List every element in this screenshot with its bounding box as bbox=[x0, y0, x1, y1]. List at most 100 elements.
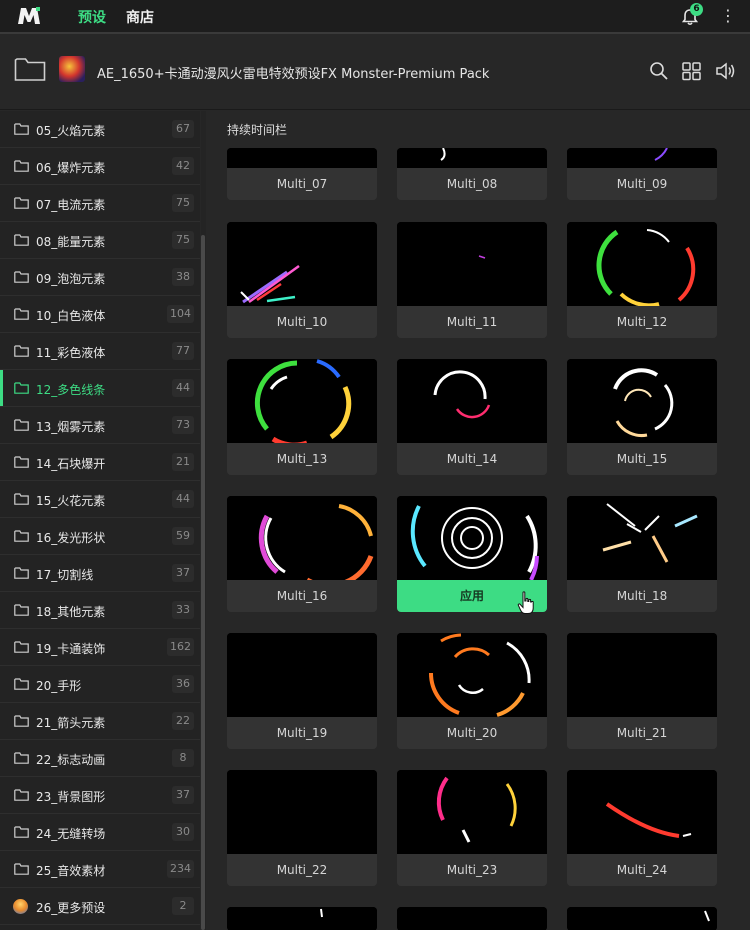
folder-icon bbox=[14, 308, 29, 320]
folder-icon bbox=[14, 493, 29, 505]
folder-icon bbox=[14, 160, 29, 172]
sidebar-item-label: 18_其他元素 bbox=[36, 605, 106, 619]
preset-card[interactable]: Multi_07 bbox=[227, 148, 377, 200]
sidebar-item[interactable]: 18_其他元素 33 bbox=[0, 592, 200, 629]
preset-card[interactable]: Multi_18 bbox=[567, 496, 717, 612]
sidebar-item[interactable]: 24_无缝转场 30 bbox=[0, 814, 200, 851]
sidebar-scrollbar-thumb[interactable] bbox=[201, 235, 205, 930]
preset-thumbnail bbox=[397, 770, 547, 854]
preset-card[interactable] bbox=[567, 907, 717, 930]
preset-card[interactable]: Multi_08 bbox=[397, 148, 547, 200]
preset-card[interactable]: Multi_24 bbox=[567, 770, 717, 886]
preset-name: Multi_18 bbox=[567, 580, 717, 612]
preset-thumbnail bbox=[227, 633, 377, 717]
preset-thumbnail bbox=[397, 907, 547, 930]
sidebar-item-label: 25_音效素材 bbox=[36, 864, 106, 878]
sidebar-item-label: 26_更多预设 bbox=[36, 901, 106, 915]
count-badge: 22 bbox=[172, 712, 194, 730]
preset-card[interactable]: Multi_13 bbox=[227, 359, 377, 475]
more-vertical-icon[interactable]: ⋮ bbox=[720, 6, 736, 28]
preset-card[interactable]: Multi_11 bbox=[397, 222, 547, 338]
folder-icon bbox=[14, 197, 29, 209]
sidebar-item-label: 22_标志动画 bbox=[36, 753, 106, 767]
sidebar-item-active[interactable]: 12_多色线条 44 bbox=[0, 370, 200, 407]
preset-thumbnail bbox=[397, 222, 547, 306]
sidebar-item[interactable]: 06_爆炸元素 42 bbox=[0, 148, 200, 185]
sidebar-item[interactable]: 17_切割线 37 bbox=[0, 555, 200, 592]
preset-card[interactable]: Multi_23 bbox=[397, 770, 547, 886]
logo-icon[interactable] bbox=[16, 5, 42, 27]
preset-name: Multi_20 bbox=[397, 717, 547, 749]
tab-presets[interactable]: 预设 bbox=[78, 7, 106, 38]
preset-thumbnail bbox=[227, 770, 377, 854]
sidebar-item[interactable]: 23_背景图形 37 bbox=[0, 777, 200, 814]
sidebar-item-label: 16_发光形状 bbox=[36, 531, 106, 545]
preset-name: Multi_16 bbox=[227, 580, 377, 612]
preset-card[interactable] bbox=[227, 907, 377, 930]
count-badge: 33 bbox=[172, 601, 194, 619]
sidebar-item-label: 12_多色线条 bbox=[36, 383, 106, 397]
volume-icon[interactable] bbox=[714, 60, 736, 82]
preset-card[interactable]: Multi_22 bbox=[227, 770, 377, 886]
sidebar-item[interactable]: 14_石块爆开 21 bbox=[0, 444, 200, 481]
sidebar-item[interactable]: 09_泡泡元素 38 bbox=[0, 259, 200, 296]
preset-name: Multi_14 bbox=[397, 443, 547, 475]
sidebar-item[interactable]: 05_火焰元素 67 bbox=[0, 111, 200, 148]
preset-card[interactable]: Multi_15 bbox=[567, 359, 717, 475]
count-badge: 234 bbox=[167, 860, 194, 878]
section-title: 持续时间栏 bbox=[227, 123, 288, 137]
pack-header: AE_1650+卡通动漫风火雷电特效预设FX Monster-Premium P… bbox=[0, 36, 750, 110]
count-badge: 77 bbox=[172, 342, 194, 360]
folder-icon bbox=[14, 863, 29, 875]
preset-thumbnail bbox=[567, 359, 717, 443]
sidebar-item[interactable]: 08_能量元素 75 bbox=[0, 222, 200, 259]
sidebar-item[interactable]: 25_音效素材 234 bbox=[0, 851, 200, 888]
count-badge: 104 bbox=[167, 305, 194, 323]
sidebar-item[interactable]: 10_白色液体 104 bbox=[0, 296, 200, 333]
preset-name: Multi_10 bbox=[227, 306, 377, 338]
folder-icon bbox=[14, 456, 29, 468]
preset-card[interactable]: Multi_16 bbox=[227, 496, 377, 612]
preset-card[interactable] bbox=[397, 907, 547, 930]
sidebar-item-label: 21_箭头元素 bbox=[36, 716, 106, 730]
folder-icon bbox=[14, 604, 29, 616]
preset-card[interactable]: Multi_10 bbox=[227, 222, 377, 338]
tab-store[interactable]: 商店 bbox=[126, 7, 154, 27]
preset-card[interactable]: Multi_09 bbox=[567, 148, 717, 200]
sidebar-item[interactable]: 20_手形 36 bbox=[0, 666, 200, 703]
preset-name: Multi_21 bbox=[567, 717, 717, 749]
preset-grid: 持续时间栏 Multi_07 Multi_08 Multi_09 Multi_1… bbox=[207, 111, 750, 930]
preset-thumbnail bbox=[227, 148, 377, 168]
preset-card[interactable]: Multi_14 bbox=[397, 359, 547, 475]
count-badge: 37 bbox=[172, 786, 194, 804]
preset-card[interactable]: Multi_12 bbox=[567, 222, 717, 338]
preset-name: Multi_07 bbox=[227, 168, 377, 200]
sidebar-item-label: 20_手形 bbox=[36, 679, 82, 693]
sidebar-item[interactable]: 21_箭头元素 22 bbox=[0, 703, 200, 740]
preset-card[interactable]: Multi_21 bbox=[567, 633, 717, 749]
sidebar-item[interactable]: 15_火花元素 44 bbox=[0, 481, 200, 518]
preset-card[interactable]: Multi_20 bbox=[397, 633, 547, 749]
folder-icon[interactable] bbox=[14, 56, 46, 82]
preset-name: Multi_23 bbox=[397, 854, 547, 886]
sidebar-item[interactable]: 26_更多预设 2 bbox=[0, 888, 200, 925]
sidebar-item-label: 13_烟雾元素 bbox=[36, 420, 106, 434]
sidebar-item[interactable]: 07_电流元素 75 bbox=[0, 185, 200, 222]
search-icon[interactable] bbox=[648, 60, 670, 82]
sidebar-item-label: 05_火焰元素 bbox=[36, 124, 106, 138]
preset-card[interactable]: Multi_19 bbox=[227, 633, 377, 749]
sidebar-item[interactable]: 19_卡通装饰 162 bbox=[0, 629, 200, 666]
sidebar-item[interactable]: 13_烟雾元素 73 bbox=[0, 407, 200, 444]
notification-badge: 6 bbox=[690, 3, 703, 16]
sidebar-item[interactable]: 16_发光形状 59 bbox=[0, 518, 200, 555]
folder-icon bbox=[14, 123, 29, 135]
sidebar-item[interactable]: 11_彩色液体 77 bbox=[0, 333, 200, 370]
grid-view-icon[interactable] bbox=[681, 60, 703, 82]
sidebar-item-label: 15_火花元素 bbox=[36, 494, 106, 508]
preset-thumbnail bbox=[567, 496, 717, 580]
folder-icon bbox=[14, 271, 29, 283]
sidebar-item-label: 06_爆炸元素 bbox=[36, 161, 106, 175]
count-badge: 44 bbox=[172, 490, 194, 508]
sidebar-item[interactable]: 22_标志动画 8 bbox=[0, 740, 200, 777]
preset-thumbnail bbox=[567, 148, 717, 168]
